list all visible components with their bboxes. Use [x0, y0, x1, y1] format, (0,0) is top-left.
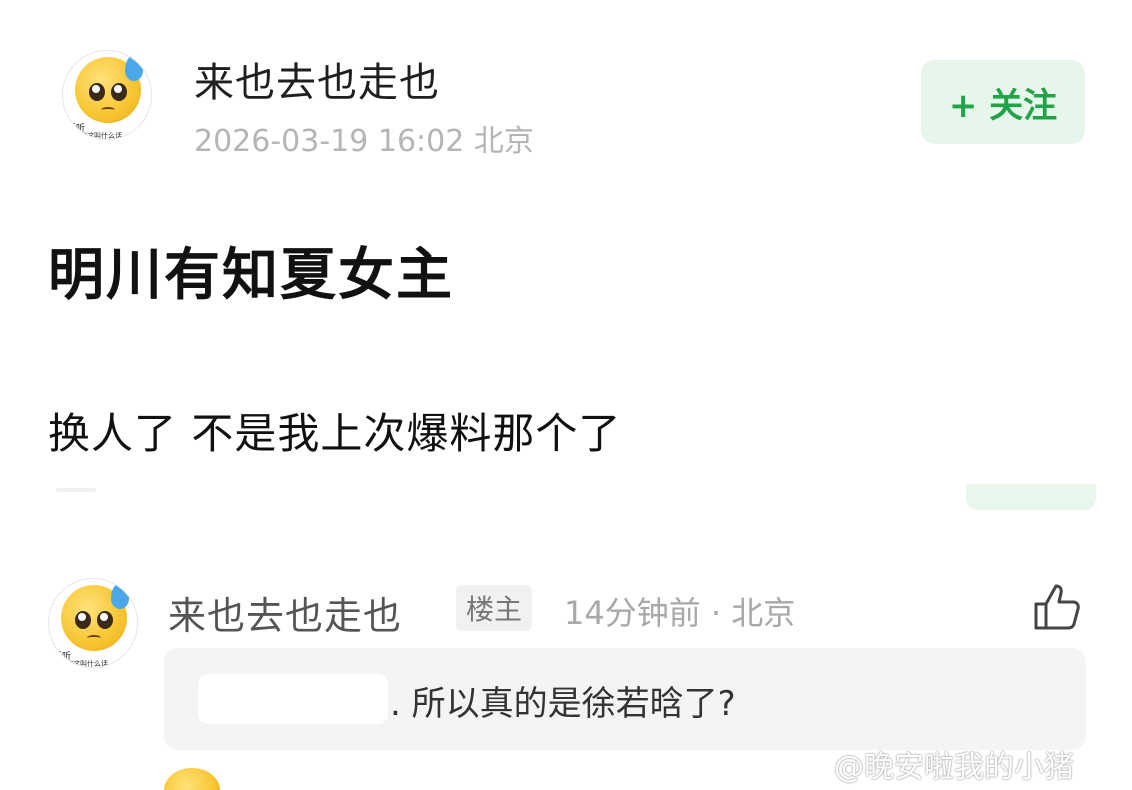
post-author-name[interactable]: 来也去也走也: [194, 50, 440, 108]
avatar-caption: 说的这叫什么话: [73, 132, 122, 140]
follow-label: + 关注: [948, 85, 1058, 126]
quoted-reply[interactable]: . 所以真的是徐若晗了?: [164, 648, 1086, 750]
comment-author-name[interactable]: 来也去也走也: [168, 585, 402, 640]
faded-element: [966, 484, 1096, 510]
post-author-avatar[interactable]: 听听 说的这叫什么话: [62, 50, 152, 140]
next-comment-avatar[interactable]: [164, 768, 220, 790]
watermark: @晚安啦我的小猪: [834, 750, 1074, 785]
post-title: 明川有知夏女主: [48, 243, 454, 308]
quote-text: . 所以真的是徐若晗了?: [390, 684, 736, 724]
post-meta: 2026-03-19 16:02 北京: [194, 124, 534, 159]
follow-button[interactable]: + 关注: [921, 60, 1085, 144]
post-body: 换人了 不是我上次爆料那个了: [48, 409, 622, 458]
redacted-text: [198, 674, 388, 724]
thumbs-up-icon[interactable]: [1030, 580, 1084, 634]
op-badge: 楼主: [456, 585, 533, 631]
sweat-drop-icon: [111, 583, 129, 609]
comment-meta: 14分钟前 · 北京: [564, 594, 796, 632]
sweat-drop-icon: [125, 55, 143, 81]
avatar-caption: 说的这叫什么话: [59, 660, 108, 668]
divider: [56, 488, 96, 492]
comment-author-avatar[interactable]: 听听 说的这叫什么话: [48, 578, 138, 668]
